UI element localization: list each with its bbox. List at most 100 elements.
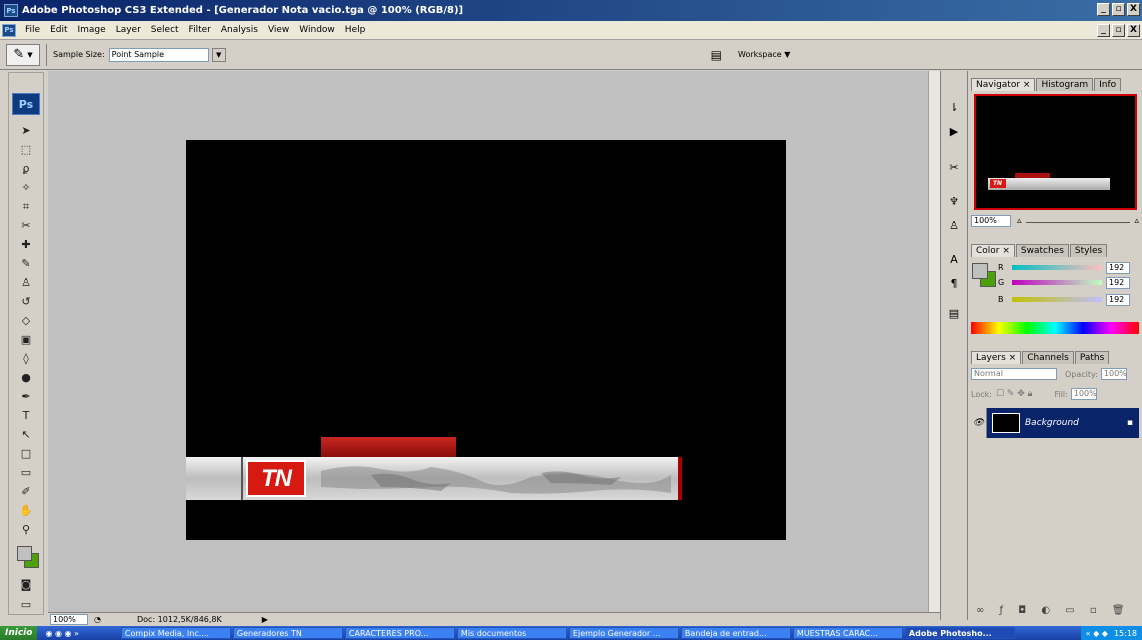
zoom-tool-icon[interactable]: ⚲ [15, 520, 37, 539]
tab-info[interactable]: Info [1094, 78, 1122, 91]
lasso-tool-icon[interactable]: ϼ [15, 159, 37, 178]
r-slider[interactable] [1012, 265, 1102, 270]
screen-mode-icon[interactable]: ▭ [15, 595, 37, 614]
brush-tool-icon[interactable]: ✎ [15, 254, 37, 273]
quick-launch-icons[interactable]: ◉ ◉ ◉ » [45, 629, 78, 638]
fill-field[interactable]: 100% [1070, 388, 1097, 400]
task-caracteres[interactable]: CARACTERES PRO... [344, 627, 455, 639]
shape-tool-icon[interactable]: □ [15, 444, 37, 463]
opacity-field[interactable]: 100% [1100, 368, 1127, 380]
menu-window[interactable]: Window [294, 25, 340, 35]
menu-analysis[interactable]: Analysis [216, 25, 263, 35]
menu-help[interactable]: Help [340, 25, 371, 35]
dropdown-arrow-icon[interactable]: ▼ [211, 47, 226, 62]
tray-icons[interactable]: « ◆ ◆ [1086, 629, 1108, 638]
healing-brush-icon[interactable]: ✚ [15, 235, 37, 254]
history-panel-icon[interactable]: ⇂ [944, 97, 964, 117]
layer-comps-icon[interactable]: ▤ [944, 303, 964, 323]
zoom-out-icon[interactable]: ▵ [1017, 216, 1022, 226]
slice-tool-icon[interactable]: ✂ [15, 216, 37, 235]
eye-icon[interactable]: 👁︎ [971, 408, 987, 438]
quick-mask-icon[interactable]: ◙ [15, 575, 37, 594]
pen-tool-icon[interactable]: ✒ [15, 387, 37, 406]
r-value-field[interactable]: 192 [1106, 261, 1130, 274]
menu-file[interactable]: File [20, 25, 45, 35]
b-slider[interactable] [1012, 297, 1102, 302]
gradient-tool-icon[interactable]: ▣ [15, 330, 37, 349]
zoom-field[interactable]: 100% [50, 614, 88, 625]
layer-row[interactable]: 👁︎ Background ▪ [971, 408, 1139, 438]
doc-minimize-button[interactable]: _ [1097, 24, 1110, 37]
tab-navigator[interactable]: Navigator × [971, 78, 1036, 91]
color-spectrum-bar[interactable] [971, 322, 1139, 334]
tool-presets-icon[interactable]: ✂ [944, 157, 964, 177]
navigator-zoom-field[interactable]: 100% [971, 215, 1011, 227]
bridge-icon[interactable]: ▤ [711, 48, 722, 62]
dodge-tool-icon[interactable]: ● [15, 368, 37, 387]
layer-name[interactable]: Background [1025, 418, 1079, 428]
navigator-preview[interactable]: TN [973, 94, 1137, 210]
menu-filter[interactable]: Filter [184, 25, 216, 35]
character-panel-icon[interactable]: A [944, 249, 964, 269]
eraser-tool-icon[interactable]: ◇ [15, 311, 37, 330]
marquee-tool-icon[interactable]: ⬚ [15, 140, 37, 159]
color-fg-swatch[interactable] [972, 263, 988, 279]
history-brush-icon[interactable]: ↺ [15, 292, 37, 311]
blur-tool-icon[interactable]: ◊ [15, 349, 37, 368]
move-tool-icon[interactable]: ➤ [15, 121, 37, 140]
doc-maximize-button[interactable]: ▫ [1112, 24, 1125, 37]
g-value-field[interactable]: 192 [1106, 276, 1130, 289]
b-value-field[interactable]: 192 [1106, 293, 1130, 306]
foreground-color-swatch[interactable] [17, 546, 32, 561]
lock-icons[interactable]: ☐ ✎ ✥ 🔒︎ [996, 389, 1033, 399]
link-layers-icon[interactable]: ∞ [976, 605, 990, 616]
paragraph-panel-icon[interactable]: ¶ [944, 273, 964, 293]
tool-preset-picker[interactable]: ✎ ▼ [6, 43, 40, 66]
document-canvas[interactable]: TN [186, 140, 786, 540]
task-compix[interactable]: Compix Media, Inc.... [120, 627, 231, 639]
path-selection-icon[interactable]: ↖ [15, 425, 37, 444]
task-muestras[interactable]: MUESTRAS CARAC... [792, 627, 903, 639]
zoom-reset-icon[interactable]: ◔ [94, 615, 101, 624]
delete-layer-icon[interactable]: 🗑︎ [1112, 605, 1131, 616]
doc-close-button[interactable]: X [1127, 24, 1140, 37]
close-button[interactable]: X [1127, 3, 1140, 16]
crop-tool-icon[interactable]: ⌗ [15, 197, 37, 216]
brushes-panel-icon[interactable]: ♆ [944, 191, 964, 211]
tab-color[interactable]: Color × [971, 244, 1015, 257]
eyedropper-tool-icon[interactable]: ✐ [15, 482, 37, 501]
task-ejemplo[interactable]: Ejemplo Generador ... [568, 627, 679, 639]
menu-image[interactable]: Image [73, 25, 111, 35]
start-button[interactable]: Inicio [0, 626, 38, 640]
magic-wand-tool-icon[interactable]: ✧ [15, 178, 37, 197]
fx-icon[interactable]: ƒ [1000, 605, 1010, 616]
adjustment-layer-icon[interactable]: ◐ [1041, 605, 1056, 616]
status-menu-arrow-icon[interactable]: ▶ [262, 615, 268, 624]
actions-panel-icon[interactable]: ▶ [944, 121, 964, 141]
hand-tool-icon[interactable]: ✋ [15, 501, 37, 520]
sample-size-select[interactable]: Point Sample ▼ [108, 47, 226, 62]
task-generadores[interactable]: Generadores TN [232, 627, 343, 639]
task-mis-documentos[interactable]: Mis documentos [456, 627, 567, 639]
doc-size-info[interactable]: Doc: 1012,5K/846,8K [137, 615, 222, 624]
tab-paths[interactable]: Paths [1074, 351, 1110, 364]
tab-swatches[interactable]: Swatches [1015, 244, 1069, 257]
photoshop-logo[interactable]: Ps [12, 93, 40, 115]
task-bandeja[interactable]: Bandeja de entrad... [680, 627, 791, 639]
blend-mode-select[interactable]: Normal [971, 368, 1057, 380]
minimize-button[interactable]: _ [1097, 3, 1110, 16]
workspace-button[interactable]: Workspace ▼ [738, 50, 790, 59]
type-tool-icon[interactable]: T [15, 406, 37, 425]
menu-layer[interactable]: Layer [111, 25, 146, 35]
new-layer-icon[interactable]: ▫ [1090, 605, 1103, 616]
vertical-scrollbar[interactable] [928, 71, 940, 620]
notes-tool-icon[interactable]: ▭ [15, 463, 37, 482]
navigator-zoom-slider[interactable] [1025, 220, 1131, 223]
tab-channels[interactable]: Channels [1022, 351, 1074, 364]
g-slider[interactable] [1012, 280, 1102, 285]
zoom-in-icon[interactable]: ▵ [1134, 216, 1139, 226]
menu-view[interactable]: View [263, 25, 294, 35]
tab-styles[interactable]: Styles [1069, 244, 1108, 257]
document-icon[interactable]: Ps [2, 23, 16, 37]
maximize-button[interactable]: ▫ [1112, 3, 1125, 16]
